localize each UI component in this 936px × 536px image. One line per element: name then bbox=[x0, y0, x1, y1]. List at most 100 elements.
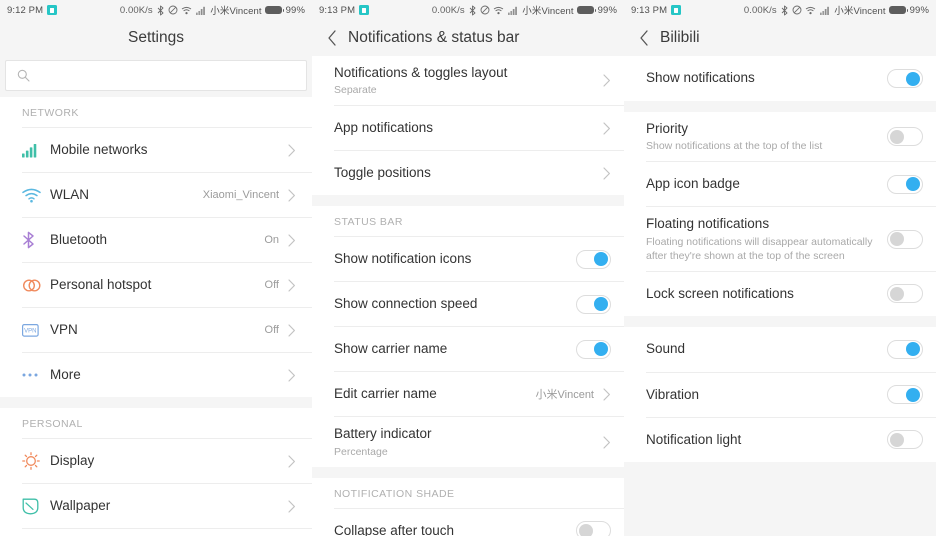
sidebar-item-wallpaper[interactable]: Wallpaper bbox=[22, 483, 312, 528]
list-item-collapse-after-touch[interactable]: Collapse after touch bbox=[334, 507, 624, 536]
toggle-collapse-after-touch[interactable] bbox=[576, 521, 611, 536]
list-item-lock-screen-notifications[interactable]: Lock screen notifications bbox=[646, 270, 936, 316]
toggle-vibration[interactable] bbox=[887, 385, 923, 405]
dnd-icon bbox=[792, 5, 802, 15]
group-separator bbox=[624, 315, 936, 327]
bluetooth-icon bbox=[469, 5, 476, 16]
list-item-app-icon-badge[interactable]: App icon badge bbox=[646, 161, 936, 207]
wifi-icon bbox=[22, 188, 50, 203]
toggle-show-notification-icons[interactable] bbox=[576, 249, 611, 269]
list-item-show-notification-icons[interactable]: Show notification icons bbox=[334, 236, 624, 282]
list-item-notification-light[interactable]: Notification light bbox=[646, 416, 936, 462]
bilibili-settings-list: Show notifications Priority Show notific… bbox=[624, 56, 936, 536]
sidebar-item-wlan[interactable]: WLAN Xiaomi_Vincent bbox=[22, 172, 312, 217]
chevron-right-icon bbox=[288, 454, 296, 468]
list-item-battery-indicator[interactable]: Battery indicator Percentage bbox=[334, 416, 624, 467]
page-title: Bilibili bbox=[660, 29, 700, 46]
row-text-block: Show notifications bbox=[646, 61, 877, 95]
sidebar-item-bluetooth[interactable]: Bluetooth On bbox=[22, 217, 312, 262]
row-text-block: Personal hotspot bbox=[50, 268, 257, 302]
row-label: App icon badge bbox=[646, 176, 740, 192]
list-item-show-connection-speed[interactable]: Show connection speed bbox=[334, 281, 624, 327]
status-bar: 9:13 PM 0.00K/s 小米Vincent 99% bbox=[312, 0, 624, 20]
row-text-block: More bbox=[50, 358, 279, 392]
row-text-block: Mobile networks bbox=[50, 133, 279, 167]
toggle-show-carrier-name[interactable] bbox=[576, 339, 611, 359]
chevron-right-icon bbox=[288, 188, 296, 202]
toggle-floating-notifications[interactable] bbox=[887, 229, 923, 249]
list-item-vibration[interactable]: Vibration bbox=[646, 371, 936, 417]
list-item-sound[interactable]: Sound bbox=[646, 326, 936, 372]
sidebar-item-personal-hotspot[interactable]: Personal hotspot Off bbox=[22, 262, 312, 307]
row-label: Edit carrier name bbox=[334, 386, 437, 402]
group-header-status-bar: STATUS BAR bbox=[312, 206, 624, 237]
row-text-block: App notifications bbox=[334, 111, 594, 145]
toggle-show-connection-speed[interactable] bbox=[576, 294, 611, 314]
sidebar-item-vpn[interactable]: VPN VPN Off bbox=[22, 307, 312, 352]
battery-icon bbox=[265, 6, 285, 14]
chevron-right-icon bbox=[603, 122, 611, 135]
list-end-divider bbox=[22, 528, 312, 529]
row-label: More bbox=[50, 366, 81, 382]
toggle-app-icon-badge[interactable] bbox=[887, 174, 923, 194]
list-item-show-notifications[interactable]: Show notifications bbox=[646, 56, 936, 101]
row-text-block: WLAN bbox=[50, 178, 195, 212]
row-text-block: Show connection speed bbox=[334, 287, 566, 321]
row-text-block: Collapse after touch bbox=[334, 514, 566, 536]
back-arrow-icon[interactable] bbox=[630, 20, 658, 56]
carrier-label: 小米Vincent bbox=[210, 6, 262, 17]
row-text-block: Toggle positions bbox=[334, 156, 594, 190]
list-item-notifications-toggles-layout[interactable]: Notifications & toggles layout Separate bbox=[334, 56, 624, 106]
list-item-app-notifications[interactable]: App notifications bbox=[334, 105, 624, 151]
battery-icon bbox=[889, 6, 909, 14]
list-item-floating-notifications[interactable]: Floating notifications Floating notifica… bbox=[646, 206, 936, 271]
group-header-notification-shade: NOTIFICATION SHADE bbox=[312, 477, 624, 508]
status-bar-clock: 9:12 PM bbox=[7, 4, 44, 16]
row-text-block: VPN bbox=[50, 313, 257, 347]
signal-icon bbox=[507, 6, 519, 15]
status-bar: 9:12 PM 0.00K/s 小米Vincent 99% bbox=[0, 0, 312, 20]
search-input[interactable] bbox=[37, 68, 295, 83]
app-badge-icon bbox=[47, 5, 58, 15]
list-item-edit-carrier-name[interactable]: Edit carrier name 小米Vincent bbox=[334, 371, 624, 417]
toggle-notification-light[interactable] bbox=[887, 430, 923, 450]
toggle-show-notifications[interactable] bbox=[887, 69, 923, 88]
row-label: Mobile networks bbox=[50, 141, 148, 157]
hotspot-icon bbox=[22, 278, 50, 293]
screenshot-triptych: 9:12 PM 0.00K/s 小米Vincent 99% Settings N… bbox=[0, 0, 936, 536]
status-bar: 9:13 PM 0.00K/s 小米Vincent 99% bbox=[624, 0, 936, 20]
dnd-icon bbox=[480, 5, 490, 15]
row-subtitle: Show notifications at the top of the lis… bbox=[646, 140, 823, 153]
row-label: Notification light bbox=[646, 431, 742, 447]
list-item-priority[interactable]: Priority Show notifications at the top o… bbox=[646, 112, 936, 162]
back-arrow-icon[interactable] bbox=[318, 20, 346, 56]
group-header-personal: PERSONAL bbox=[0, 408, 312, 438]
group-header-network: NETWORK bbox=[0, 97, 312, 127]
chevron-right-icon bbox=[288, 233, 296, 247]
status-bar-clock: 9:13 PM bbox=[631, 4, 668, 16]
chevron-right-icon bbox=[288, 323, 296, 337]
notifications-list: Notifications & toggles layout Separate … bbox=[312, 56, 624, 536]
toggle-sound[interactable] bbox=[887, 339, 923, 359]
list-item-show-carrier-name[interactable]: Show carrier name bbox=[334, 326, 624, 372]
status-bar-clock: 9:13 PM bbox=[319, 4, 356, 16]
toggle-priority[interactable] bbox=[887, 127, 923, 147]
sidebar-item-mobile-networks[interactable]: Mobile networks bbox=[22, 127, 312, 172]
bilibili-title-bar: Bilibili bbox=[624, 20, 936, 56]
vpn-icon: VPN bbox=[22, 323, 50, 337]
row-text-block: Edit carrier name bbox=[334, 377, 528, 411]
row-text-block: Lock screen notifications bbox=[646, 277, 877, 311]
sidebar-item-display[interactable]: Display bbox=[22, 438, 312, 483]
row-text-block: Notifications & toggles layout Separate bbox=[334, 56, 594, 105]
chevron-right-icon bbox=[603, 167, 611, 180]
battery-icon bbox=[577, 6, 597, 14]
row-text-block: Show notification icons bbox=[334, 242, 566, 276]
toggle-lock-screen-notifications[interactable] bbox=[887, 284, 923, 304]
search-box[interactable] bbox=[5, 60, 307, 91]
sidebar-item-more[interactable]: More bbox=[22, 352, 312, 397]
row-label: Wallpaper bbox=[50, 497, 111, 513]
row-value: Off bbox=[264, 324, 279, 336]
app-badge-icon bbox=[359, 5, 370, 15]
notifications-status-bar-screen: 9:13 PM 0.00K/s 小米Vincent 99% Notificati… bbox=[312, 0, 624, 536]
list-item-toggle-positions[interactable]: Toggle positions bbox=[334, 150, 624, 196]
